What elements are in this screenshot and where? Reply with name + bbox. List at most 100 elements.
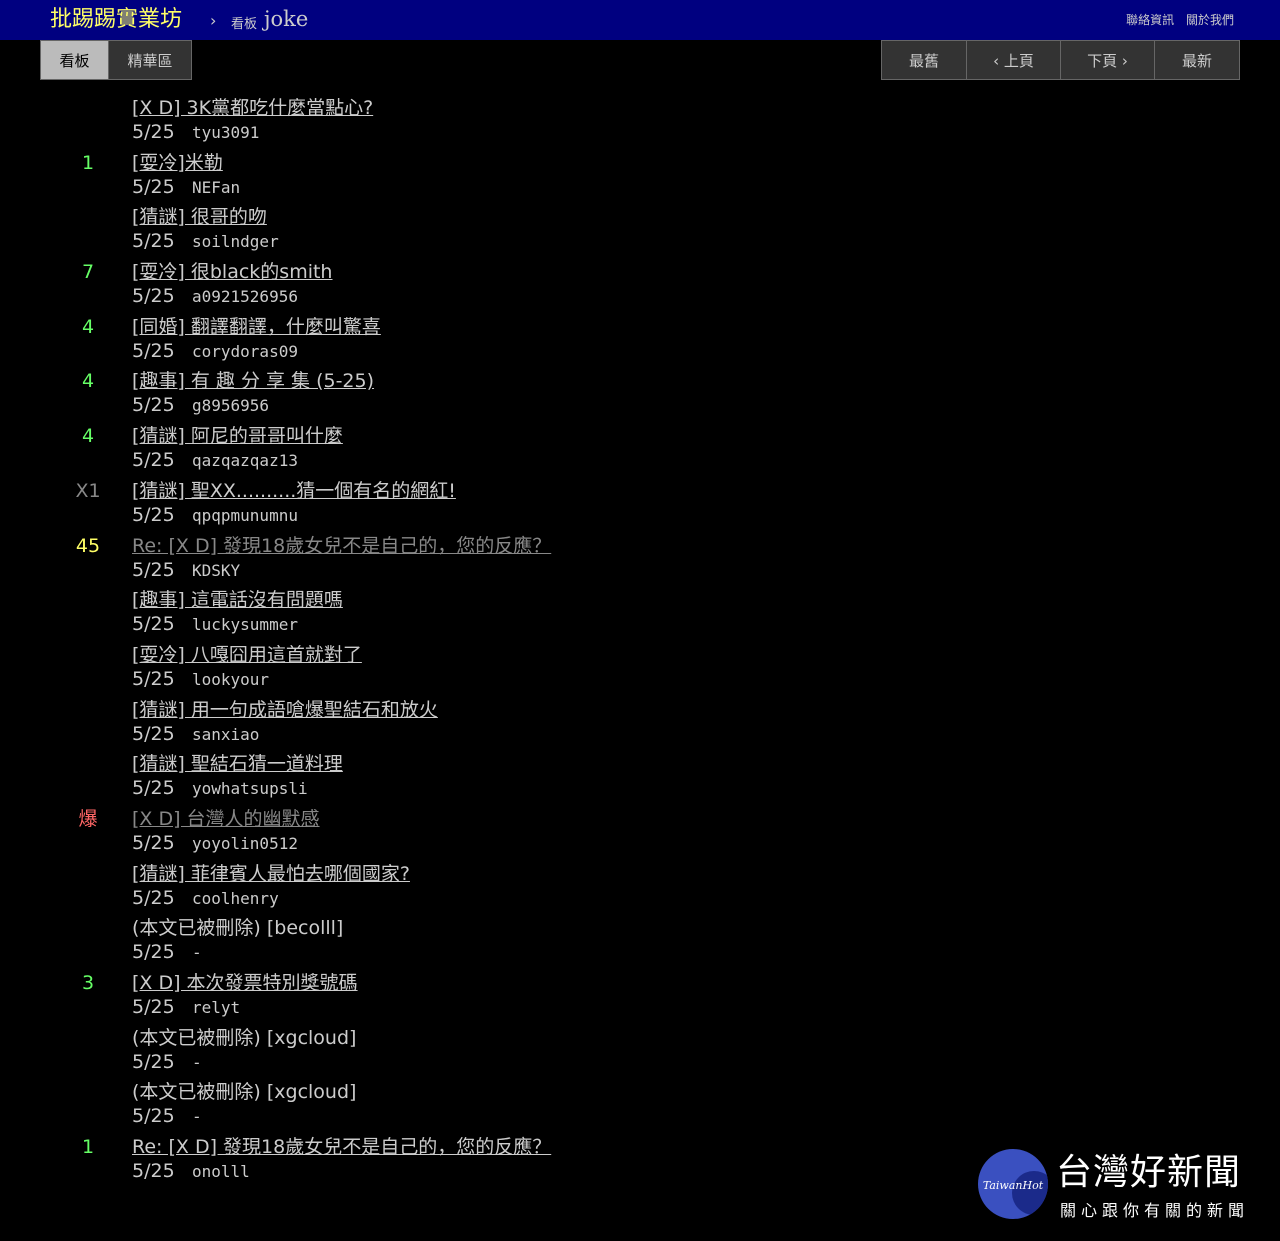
recommend-count: 45 (75, 534, 101, 557)
post-author: yoyolin0512 (192, 833, 298, 853)
watermark-logo-text: TaiwanHot (982, 1179, 1044, 1192)
post-author: luckysummer (192, 615, 298, 635)
newest-page-button[interactable]: 最新 (1155, 40, 1240, 80)
post-date: 5/25 (132, 121, 175, 143)
about-link[interactable]: 關於我們 (1186, 13, 1234, 27)
post-row: 3 [X D] 本次發票特別獎號碼 5/25 relyt (0, 969, 1280, 1024)
post-date: 5/25 (132, 339, 175, 362)
post-row: 7 [耍冷] 很black的smith 5/25 a0921526956 (0, 258, 1280, 313)
oldest-page-button[interactable]: 最舊 (881, 40, 967, 80)
recommend-count: 爆 (78, 807, 98, 830)
post-title-link[interactable]: [猜謎] 菲律賓人最怕去哪個國家? (132, 862, 410, 886)
post-meta: 5/25 yowhatsupsli (132, 776, 308, 801)
post-meta: 5/25- (132, 1104, 202, 1129)
post-date: 5/25 (132, 285, 175, 308)
next-page-button[interactable]: 下頁 › (1061, 40, 1155, 80)
deleted-post-title: (本文已被刪除) [xgcloud] (132, 1081, 357, 1104)
recommend-count: 1 (81, 151, 95, 174)
board-name-link[interactable]: joke (264, 7, 308, 31)
post-title-link[interactable]: [同婚] 翻譯翻譯，什麼叫驚喜 (132, 315, 381, 339)
prev-page-button[interactable]: ‹ 上頁 (967, 40, 1061, 80)
post-date: 5/25 (132, 941, 175, 964)
post-author: lookyour (192, 669, 270, 689)
top-bar: 批踢踢實業坊 › 看板 joke 聯絡資訊 關於我們 (0, 0, 1280, 40)
post-row: 1 [耍冷]米勒 5/25 NEFan (0, 149, 1280, 204)
post-date: 5/25 (132, 996, 175, 1018)
post-author: - (192, 1107, 202, 1127)
post-row: (本文已被刪除) [becolll] 5/25- (0, 914, 1280, 969)
post-date: 5/25 (132, 831, 175, 854)
post-meta: 5/25 corydoras09 (132, 339, 298, 364)
post-title-link[interactable]: [猜謎] 聖結石猜一道料理 (132, 752, 343, 776)
tab-board[interactable]: 看板 (40, 40, 109, 80)
breadcrumb-board-label: 看板 (231, 17, 258, 32)
recommend-count: 3 (81, 972, 95, 994)
post-meta: 5/25 sanxiao (132, 722, 259, 747)
post-title-link[interactable]: [趣事] 這電話沒有問題嗎 (132, 588, 343, 612)
post-row: [X D] 3K黨都吃什麼當點心? 5/25 tyu3091 (0, 94, 1280, 149)
post-row: X1 [猜謎] 聖XX..........猜一個有名的網紅! 5/25 qpqpmun… (0, 477, 1280, 532)
post-title-link[interactable]: [猜謎] 阿尼的哥哥叫什麼 (132, 424, 343, 448)
post-author: sanxiao (192, 724, 260, 744)
post-meta: 5/25 qazqazqaz13 (132, 448, 298, 473)
post-title-link[interactable]: [猜謎] 聖XX..........猜一個有名的網紅! (132, 479, 456, 503)
post-date: 5/25 (132, 777, 175, 800)
post-row: 4 [猜謎] 阿尼的哥哥叫什麼 5/25 qazqazqaz13 (0, 422, 1280, 477)
recommend-count: 7 (81, 261, 95, 284)
post-title-link[interactable]: Re: [X D] 發現18歲女兒不是自己的，您的反應？ (132, 1135, 551, 1159)
post-row: 4 [同婚] 翻譯翻譯，什麼叫驚喜 5/25 corydoras09 (0, 313, 1280, 368)
post-date: 5/25 (132, 613, 175, 636)
post-date: 5/25 (132, 667, 175, 690)
post-title-link[interactable]: [趣事] 有 趣 分 享 集 (5-25) (132, 369, 374, 393)
deleted-post-title: (本文已被刪除) [becolll] (132, 917, 344, 940)
post-author: qpqpmunumnu (192, 505, 298, 525)
contact-link[interactable]: 聯絡資訊 (1126, 13, 1174, 27)
post-row: [趣事] 這電話沒有問題嗎 5/25 luckysummer (0, 586, 1280, 641)
site-title-link[interactable]: 批踢踢實業坊 (50, 6, 182, 34)
post-title-link[interactable]: Re: [X D] 發現18歲女兒不是自己的，您的反應？ (132, 534, 551, 558)
post-title-link[interactable]: [猜謎] 用一句成語嗆爆聖結石和放火 (132, 698, 438, 722)
post-row: [猜謎] 用一句成語嗆爆聖結石和放火 5/25 sanxiao (0, 696, 1280, 751)
post-date: 5/25 (132, 449, 175, 472)
post-meta: 5/25 luckysummer (132, 612, 298, 637)
post-title-link[interactable]: [耍冷] 八嘎囧用這首就對了 (132, 643, 362, 667)
post-meta: 5/25 lookyour (132, 667, 269, 692)
post-date: 5/25 (132, 394, 175, 417)
recommend-count: 4 (81, 425, 95, 448)
post-meta: 5/25- (132, 940, 202, 965)
recommend-count: 1 (81, 1136, 95, 1159)
post-author: NEFan (192, 177, 241, 197)
post-author: relyt (192, 998, 241, 1017)
post-author: a0921526956 (192, 287, 298, 307)
post-author: tyu3091 (192, 123, 260, 142)
post-meta: 5/25 tyu3091 (132, 120, 259, 145)
post-title-link[interactable]: [X D] 台灣人的幽默感 (132, 807, 320, 831)
post-title-link[interactable]: [耍冷]米勒 (132, 151, 223, 175)
post-row: [耍冷] 八嘎囧用這首就對了 5/25 lookyour (0, 641, 1280, 696)
post-date: 5/25 (132, 886, 175, 909)
post-title-link[interactable]: [猜謎] 很哥的吻 (132, 205, 267, 229)
watermark-name: 台灣好新聞 (1056, 1152, 1242, 1193)
post-row: [猜謎] 菲律賓人最怕去哪個國家? 5/25 coolhenry (0, 860, 1280, 915)
post-row: 爆 [X D] 台灣人的幽默感 5/25 yoyolin0512 (0, 805, 1280, 860)
post-date: 5/25 (132, 1105, 175, 1128)
post-author: yowhatsupsli (192, 779, 308, 799)
post-row: [猜謎] 很哥的吻 5/25 soilndger (0, 203, 1280, 258)
tab-digest[interactable]: 精華區 (109, 40, 192, 80)
post-meta: 5/25 onolll (132, 1159, 250, 1184)
breadcrumb-separator: › (210, 11, 217, 30)
post-author: soilndger (192, 232, 279, 252)
post-meta: 5/25 g8956956 (132, 393, 269, 418)
post-list: [X D] 3K黨都吃什麼當點心? 5/25 tyu3091 1 [耍冷]米勒 5/25 N… (0, 94, 1280, 1188)
post-meta: 5/25 a0921526956 (132, 284, 298, 309)
post-author: - (192, 1052, 202, 1072)
post-date: 5/25 (132, 503, 175, 526)
watermark: TaiwanHot 台灣好新聞 關心跟你有關的新聞 (978, 1149, 1268, 1220)
post-author: onolll (192, 1162, 250, 1182)
post-title-link[interactable]: [X D] 本次發票特別獎號碼 (132, 971, 358, 995)
post-title-link[interactable]: [X D] 3K黨都吃什麼當點心? (132, 96, 373, 120)
post-meta: 5/25 NEFan (132, 175, 240, 200)
post-author: - (192, 943, 202, 963)
post-title-link[interactable]: [耍冷] 很black的smith (132, 260, 332, 284)
post-author: coolhenry (192, 888, 279, 908)
